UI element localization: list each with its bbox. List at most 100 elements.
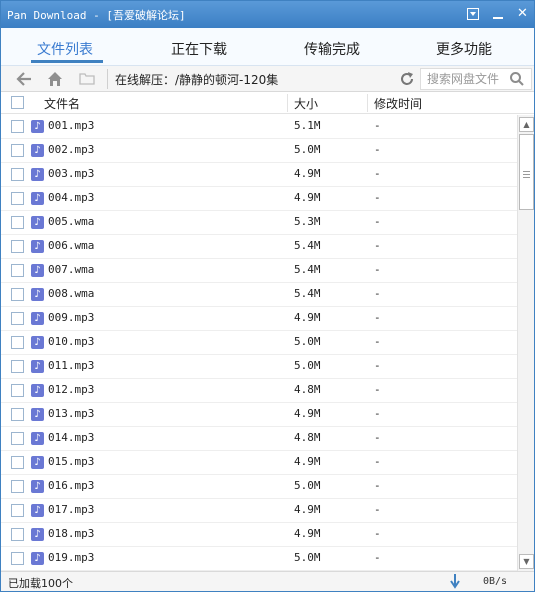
- folder-button[interactable]: [78, 70, 96, 88]
- file-name: 013.mp3: [48, 407, 95, 420]
- music-file-icon: ♪: [31, 432, 44, 445]
- search-input[interactable]: [427, 71, 507, 87]
- music-file-icon: ♪: [31, 384, 44, 397]
- file-size: 4.9M: [294, 407, 321, 420]
- row-checkbox[interactable]: [11, 264, 24, 277]
- refresh-button[interactable]: [398, 70, 416, 88]
- file-mtime: -: [374, 551, 381, 564]
- table-row[interactable]: ♪ 003.mp3 4.9M -: [1, 163, 517, 187]
- file-name: 008.wma: [48, 287, 95, 300]
- scroll-down-button[interactable]: ▼: [519, 554, 534, 569]
- table-row[interactable]: ♪ 013.mp3 4.9M -: [1, 403, 517, 427]
- music-file-icon: ♪: [31, 264, 44, 277]
- table-row[interactable]: ♪ 012.mp3 4.8M -: [1, 379, 517, 403]
- row-checkbox[interactable]: [11, 504, 24, 517]
- file-size: 5.0M: [294, 359, 321, 372]
- column-header-size[interactable]: 大小: [294, 95, 318, 112]
- row-checkbox[interactable]: [11, 432, 24, 445]
- minimize-button[interactable]: [489, 5, 508, 23]
- table-row[interactable]: ♪ 002.mp3 5.0M -: [1, 139, 517, 163]
- row-checkbox[interactable]: [11, 408, 24, 421]
- file-mtime: -: [374, 359, 381, 372]
- table-row[interactable]: ♪ 005.wma 5.3M -: [1, 211, 517, 235]
- file-size: 4.8M: [294, 383, 321, 396]
- music-file-icon: ♪: [31, 120, 44, 133]
- row-checkbox[interactable]: [11, 120, 24, 133]
- nav-separator: [107, 69, 108, 89]
- back-button[interactable]: [15, 70, 33, 88]
- dropdown-icon: [467, 8, 479, 20]
- file-size: 4.9M: [294, 191, 321, 204]
- row-checkbox[interactable]: [11, 480, 24, 493]
- close-button[interactable]: ✕: [513, 5, 532, 23]
- table-row[interactable]: ♪ 015.mp3 4.9M -: [1, 451, 517, 475]
- row-checkbox[interactable]: [11, 288, 24, 301]
- file-name: 002.mp3: [48, 143, 95, 156]
- tab-downloading[interactable]: 正在下载: [171, 39, 227, 59]
- music-file-icon: ♪: [31, 504, 44, 517]
- file-mtime: -: [374, 167, 381, 180]
- table-row[interactable]: ♪ 006.wma 5.4M -: [1, 235, 517, 259]
- window-menu-button[interactable]: [464, 5, 483, 23]
- table-row[interactable]: ♪ 014.mp3 4.8M -: [1, 427, 517, 451]
- table-row[interactable]: ♪ 009.mp3 4.9M -: [1, 307, 517, 331]
- vertical-scrollbar[interactable]: ▲ ▼: [517, 115, 534, 571]
- chevron-up-icon: ▲: [523, 120, 530, 129]
- table-row[interactable]: ♪ 019.mp3 5.0M -: [1, 547, 517, 571]
- file-size: 5.1M: [294, 119, 321, 132]
- file-size: 5.4M: [294, 239, 321, 252]
- row-checkbox[interactable]: [11, 456, 24, 469]
- table-row[interactable]: ♪ 011.mp3 5.0M -: [1, 355, 517, 379]
- tab-file-list[interactable]: 文件列表: [37, 39, 93, 59]
- file-size: 4.9M: [294, 455, 321, 468]
- row-checkbox[interactable]: [11, 144, 24, 157]
- table-row[interactable]: ♪ 001.mp3 5.1M -: [1, 115, 517, 139]
- row-checkbox[interactable]: [11, 384, 24, 397]
- table-row[interactable]: ♪ 010.mp3 5.0M -: [1, 331, 517, 355]
- table-row[interactable]: ♪ 018.mp3 4.9M -: [1, 523, 517, 547]
- row-checkbox[interactable]: [11, 528, 24, 541]
- file-mtime: -: [374, 527, 381, 540]
- table-row[interactable]: ♪ 016.mp3 5.0M -: [1, 475, 517, 499]
- row-checkbox[interactable]: [11, 216, 24, 229]
- file-mtime: -: [374, 287, 381, 300]
- column-header-name[interactable]: 文件名: [44, 95, 80, 112]
- column-divider[interactable]: [287, 94, 288, 112]
- row-checkbox[interactable]: [11, 552, 24, 565]
- column-divider[interactable]: [367, 94, 368, 112]
- file-mtime: -: [374, 455, 381, 468]
- table-row[interactable]: ♪ 017.mp3 4.9M -: [1, 499, 517, 523]
- row-checkbox[interactable]: [11, 192, 24, 205]
- refresh-icon: [401, 72, 413, 85]
- row-checkbox[interactable]: [11, 312, 24, 325]
- status-bar: 已加载100个 0B/s: [1, 571, 534, 591]
- table-row[interactable]: ♪ 007.wma 5.4M -: [1, 259, 517, 283]
- download-arrow-icon: [450, 574, 460, 589]
- file-name: 001.mp3: [48, 119, 95, 132]
- file-name: 012.mp3: [48, 383, 95, 396]
- music-file-icon: ♪: [31, 312, 44, 325]
- table-row[interactable]: ♪ 008.wma 5.4M -: [1, 283, 517, 307]
- music-file-icon: ♪: [31, 480, 44, 493]
- file-mtime: -: [374, 311, 381, 324]
- file-name: 006.wma: [48, 239, 95, 252]
- file-mtime: -: [374, 263, 381, 276]
- scroll-up-button[interactable]: ▲: [519, 117, 534, 132]
- scroll-thumb[interactable]: [519, 134, 534, 210]
- search-icon[interactable]: [509, 71, 525, 87]
- home-button[interactable]: [46, 70, 64, 88]
- music-file-icon: ♪: [31, 528, 44, 541]
- row-checkbox[interactable]: [11, 168, 24, 181]
- table-row[interactable]: ♪ 004.mp3 4.9M -: [1, 187, 517, 211]
- row-checkbox[interactable]: [11, 336, 24, 349]
- file-mtime: -: [374, 503, 381, 516]
- column-header-mtime[interactable]: 修改时间: [374, 95, 422, 112]
- path-label: 在线解压：/静静的顿河-120集: [115, 73, 279, 87]
- row-checkbox[interactable]: [11, 240, 24, 253]
- select-all-checkbox[interactable]: [11, 96, 24, 109]
- file-size: 5.4M: [294, 287, 321, 300]
- file-name: 010.mp3: [48, 335, 95, 348]
- row-checkbox[interactable]: [11, 360, 24, 373]
- tab-completed[interactable]: 传输完成: [304, 39, 360, 59]
- tab-more-features[interactable]: 更多功能: [436, 39, 492, 59]
